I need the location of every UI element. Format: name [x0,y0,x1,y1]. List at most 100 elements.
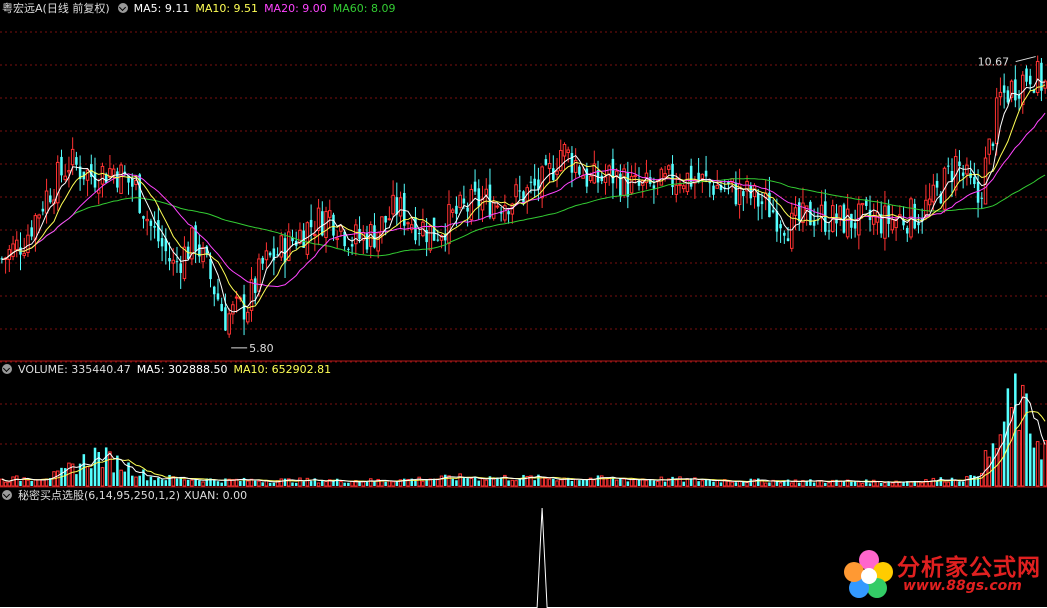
candle-body [980,197,984,199]
volume-bar [518,478,522,486]
volume-bar [33,479,38,487]
volume-bar [112,472,115,486]
candle-body [462,198,466,204]
volume-bar [291,482,294,486]
candle-body [175,261,179,263]
candle-body [860,202,865,206]
volume-ma-lines [1,396,1046,483]
volume-bar [414,480,417,486]
volume-bar [924,479,928,487]
volume-bars [0,373,1047,487]
indicator-panel-header: 秘密买点选股(6,14,95,250,1,2) XUAN: 0.00 [2,488,253,504]
candle-body [11,243,15,257]
volume-ma10-line [1,411,1046,483]
candle-body [142,216,145,219]
volume-bar [439,475,444,487]
ma20-value: MA20: 9.00 [264,2,327,15]
volume-bar [507,480,510,486]
candle-body [119,164,123,194]
volume-bar [857,481,861,487]
candle-body [760,201,764,205]
candle-body [335,237,339,241]
candle-body [179,263,182,273]
volume-bar [182,479,187,487]
volume-bar [726,480,731,487]
candle-body [547,163,552,169]
volume-bar [778,482,783,487]
volume-bar [201,481,205,487]
volume-bar [622,478,626,487]
candle-body [961,172,965,176]
volume-bar [198,480,201,486]
candle-body [44,190,49,214]
candle-body [63,175,67,181]
candle-body [160,238,164,247]
candle-body [212,286,216,295]
candle-body [850,213,853,228]
volume-bar [734,482,738,486]
indicator-settings-icon[interactable] [117,3,128,13]
candle-body [22,252,26,256]
candle-body [552,168,555,180]
candle-body [116,171,119,188]
candle-body [324,211,328,238]
volume-bar [0,478,4,487]
candle-body [49,195,52,203]
volume-bar [655,480,660,487]
volume-bar [983,450,988,487]
volume-bar [626,481,630,486]
volume-bar [842,481,846,486]
volume-settings-icon[interactable] [2,364,12,374]
volume-bar [969,475,972,486]
volume-bar [573,478,578,487]
candle-body [495,205,500,208]
volume-bar [659,476,664,487]
volume-bar [11,476,15,487]
candle-body [145,218,149,222]
volume-bar [890,482,895,487]
volume-bar [253,480,257,486]
candle-body [976,181,980,203]
volume-bar [953,480,958,487]
volume-bar [361,481,366,487]
volume-bar [90,468,93,486]
volume-bar [216,481,220,486]
volume-bar [749,478,753,486]
candle-body [387,218,392,221]
volume-bar [175,478,179,486]
candle-body [518,190,522,192]
volume-bar [644,480,649,487]
grid-lines [0,31,1047,488]
stock-chart[interactable]: 10.67 5.80 [0,0,1047,608]
volume-bar [93,447,97,486]
price-panel-header: 粤宏远A(日线 前复权) MA5: 9.11 MA10: 9.51 MA20: 9.0… [2,1,402,17]
volume-bar [1021,384,1025,487]
volume-bar [458,473,462,487]
volume-bar [436,478,440,487]
candle-body [946,165,950,167]
volume-bar [149,476,153,486]
volume-bar [131,475,134,486]
candle-body [480,198,485,211]
volume-bar [347,482,350,486]
candle-body [619,173,622,197]
volume-bar [283,478,287,486]
volume-bar [484,479,489,487]
volume-bar [100,467,105,487]
candle-body [913,203,916,229]
volume-bar [853,481,857,486]
candle-body [450,209,455,213]
volume-bar [648,479,652,486]
volume-bar [425,479,428,486]
volume-bar [134,476,138,487]
stock-name[interactable]: 粤宏远A [2,2,43,15]
period-label: (日线 前复权) [42,2,110,15]
indicator-panel-settings-icon[interactable] [2,490,12,500]
candle-body [603,176,608,183]
volume-bar [220,482,223,486]
volume-bar [157,477,160,486]
volume-bar [555,480,559,487]
candle-body [417,233,421,235]
candle-body [700,173,705,180]
flower-logo-icon [844,550,893,598]
